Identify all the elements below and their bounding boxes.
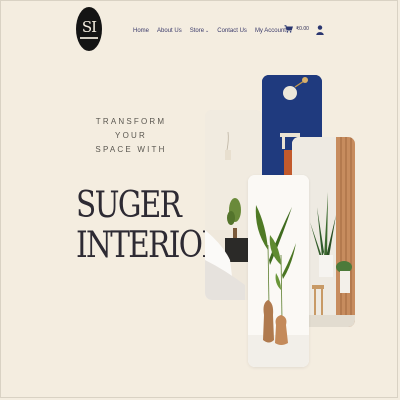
logo-monogram: SI: [81, 17, 97, 36]
nav-about-us[interactable]: About Us: [157, 28, 182, 34]
cart-button[interactable]: ₹0.00: [284, 25, 309, 33]
nav-home[interactable]: Home: [133, 28, 149, 34]
hero-tagline: TRANSFORM YOUR SPACE WITH: [86, 115, 176, 157]
chevron-down-icon: ⌄: [205, 28, 210, 34]
nav-contact-us[interactable]: Contact Us: [217, 28, 247, 34]
brand-logo-icon[interactable]: SI: [76, 7, 102, 51]
cart-icon: [284, 25, 293, 33]
main-nav: Home About Us Store⌄ Contact Us My Accou…: [133, 25, 286, 37]
nav-store[interactable]: Store⌄: [190, 28, 210, 34]
site-header: SI Home About Us Store⌄ Contact Us My Ac…: [0, 0, 400, 60]
hero-tagline-line1: TRANSFORM YOUR: [95, 117, 167, 140]
nav-store-label: Store: [189, 28, 205, 34]
user-icon[interactable]: [316, 25, 324, 35]
vase-plants-photo: [248, 175, 309, 367]
logo-rule: [80, 36, 98, 39]
hero-tagline-line2: SPACE WITH: [95, 145, 167, 154]
cart-amount: ₹0.00: [296, 26, 309, 32]
nav-my-account[interactable]: My Account: [255, 28, 286, 34]
